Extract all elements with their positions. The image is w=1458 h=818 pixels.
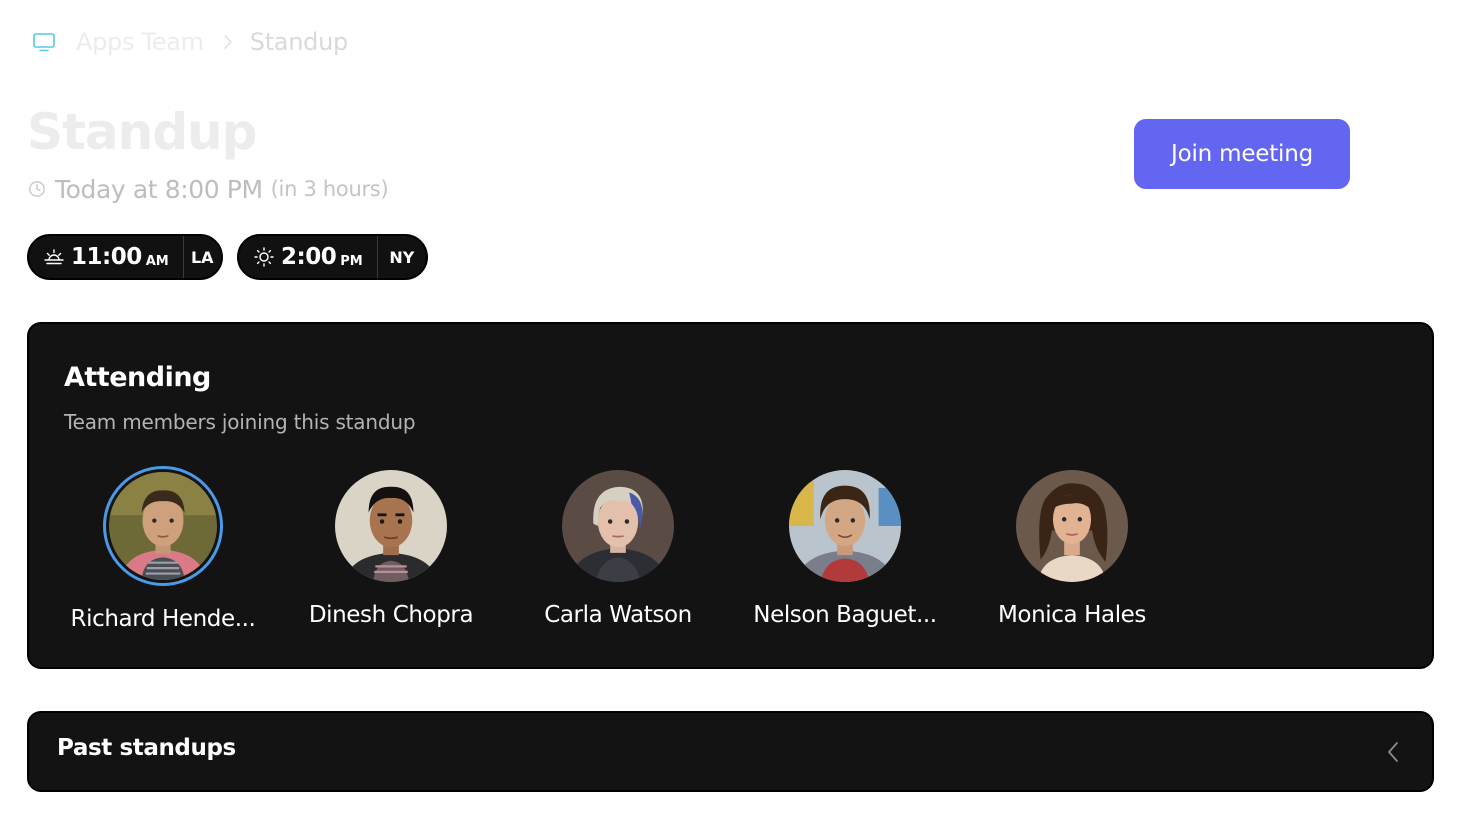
attending-subtitle: Team members joining this standup <box>64 410 416 434</box>
timezone-time-group: 11:00 AM <box>29 236 169 278</box>
timezone-time-group: 2:00 PM <box>239 236 363 278</box>
avatar-image <box>1016 470 1128 582</box>
attending-card: Attending Team members joining this stan… <box>27 322 1434 669</box>
attending-title: Attending <box>64 362 211 393</box>
past-standups-title: Past standups <box>57 735 236 761</box>
timezone-ampm: AM <box>145 253 169 269</box>
avatar-image <box>109 472 217 580</box>
avatar[interactable] <box>562 470 674 582</box>
avatar[interactable] <box>335 470 447 582</box>
attendee-item[interactable]: Monica Hales <box>957 468 1187 628</box>
avatar-image <box>562 470 674 582</box>
chevron-right-icon <box>222 30 234 54</box>
meeting-relative-time: (in 3 hours) <box>270 177 389 201</box>
past-standups-toggle[interactable]: Past standups <box>27 711 1434 792</box>
clock-icon <box>28 180 46 198</box>
attendee-name: Monica Hales <box>997 602 1147 628</box>
timezone-time: 11:00 <box>71 244 142 270</box>
breadcrumb: Apps Team Standup <box>32 26 348 58</box>
meeting-schedule: Today at 8:00 PM (in 3 hours) <box>28 172 389 206</box>
monitor-icon <box>32 30 56 54</box>
attendee-name: Carla Watson <box>544 602 692 628</box>
sun-icon <box>253 246 275 268</box>
timezone-pill-la: 11:00 AM LA <box>27 234 223 280</box>
avatar-image <box>789 470 901 582</box>
timezone-time: 2:00 <box>281 244 337 270</box>
attendee-name: Dinesh Chopra <box>308 602 474 628</box>
timezone-pill-ny: 2:00 PM NY <box>237 234 428 280</box>
attendee-item[interactable]: Richard Hende... <box>48 466 278 632</box>
timezone-city: NY <box>389 247 415 267</box>
attendee-name: Nelson Baguet... <box>753 602 937 628</box>
timezone-ampm: PM <box>340 253 363 269</box>
avatar[interactable] <box>1016 470 1128 582</box>
avatar[interactable] <box>789 470 901 582</box>
avatar-image <box>335 470 447 582</box>
attendee-name: Richard Hende... <box>70 606 256 632</box>
standup-page: Apps Team Standup Standup Today at 8:00 … <box>0 0 1458 818</box>
join-meeting-button[interactable]: Join meeting <box>1134 119 1350 189</box>
meeting-time: Today at 8:00 PM <box>55 174 263 204</box>
attendee-item[interactable]: Dinesh Chopra <box>276 468 506 628</box>
attendee-item[interactable]: Carla Watson <box>503 468 733 628</box>
chevron-left-icon[interactable] <box>1386 741 1400 763</box>
breadcrumb-team-link[interactable]: Apps Team <box>76 28 204 56</box>
avatar[interactable] <box>103 466 223 586</box>
timezone-city: LA <box>190 247 214 267</box>
page-title: Standup <box>27 103 257 161</box>
breadcrumb-current: Standup <box>249 28 348 56</box>
attendee-item[interactable]: Nelson Baguet... <box>730 468 960 628</box>
sunrise-icon <box>43 246 65 268</box>
